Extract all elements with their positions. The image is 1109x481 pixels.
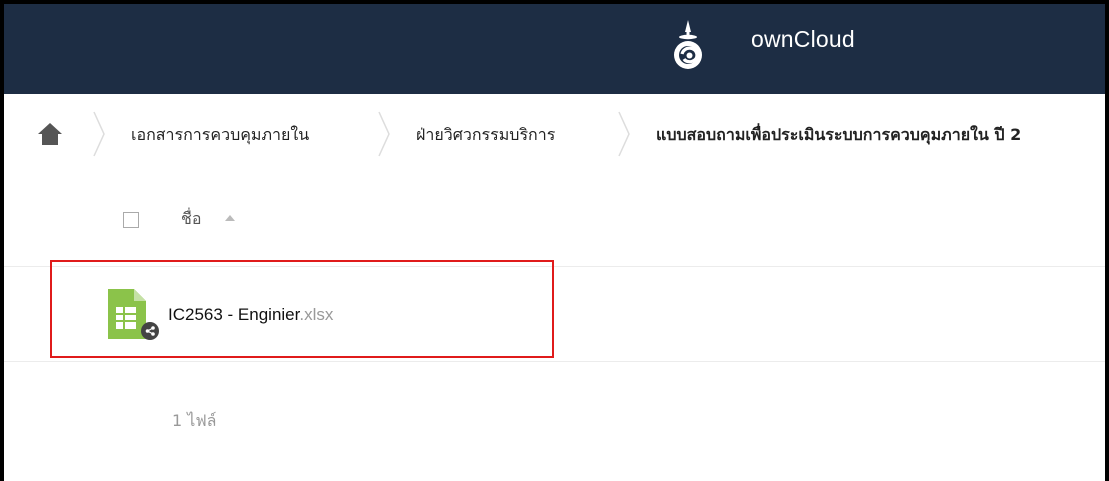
- sort-ascending-icon[interactable]: [225, 215, 235, 221]
- spreadsheet-icon[interactable]: [104, 285, 164, 345]
- select-all-checkbox[interactable]: [123, 212, 139, 228]
- file-count-summary: 1 ไฟล์: [172, 411, 217, 430]
- name-column-header[interactable]: ชื่อ: [181, 207, 201, 232]
- file-row[interactable]: IC2563 - Enginier.xlsx: [0, 267, 1109, 362]
- breadcrumb-separator-icon: [618, 111, 630, 157]
- file-list-header: ชื่อ: [0, 174, 1109, 267]
- breadcrumb-item-internal-control-docs[interactable]: เอกสารการควบคุมภายใน: [131, 123, 309, 148]
- breadcrumb-item-current-folder[interactable]: แบบสอบถามเพื่อประเมินระบบการควบคุมภายใน …: [656, 123, 1021, 148]
- breadcrumb-separator-icon: [378, 111, 390, 157]
- file-base-name[interactable]: IC2563 - Enginier: [168, 305, 299, 324]
- shared-badge-icon: [141, 322, 159, 340]
- breadcrumb-separator-icon: [93, 111, 105, 157]
- breadcrumb: เอกสารการควบคุมภายใน ฝ่ายวิศวกรรมบริการ …: [0, 94, 1109, 174]
- file-extension[interactable]: .xlsx: [299, 305, 333, 324]
- app-name[interactable]: ownCloud: [751, 26, 855, 53]
- breadcrumb-item-engineering-services[interactable]: ฝ่ายวิศวกรรมบริการ: [416, 123, 555, 148]
- file-name[interactable]: IC2563 - Enginier.xlsx: [168, 305, 333, 325]
- app-header: ownCloud: [0, 0, 1109, 94]
- home-icon[interactable]: [37, 122, 63, 146]
- owncloud-logo-icon[interactable]: [670, 18, 706, 74]
